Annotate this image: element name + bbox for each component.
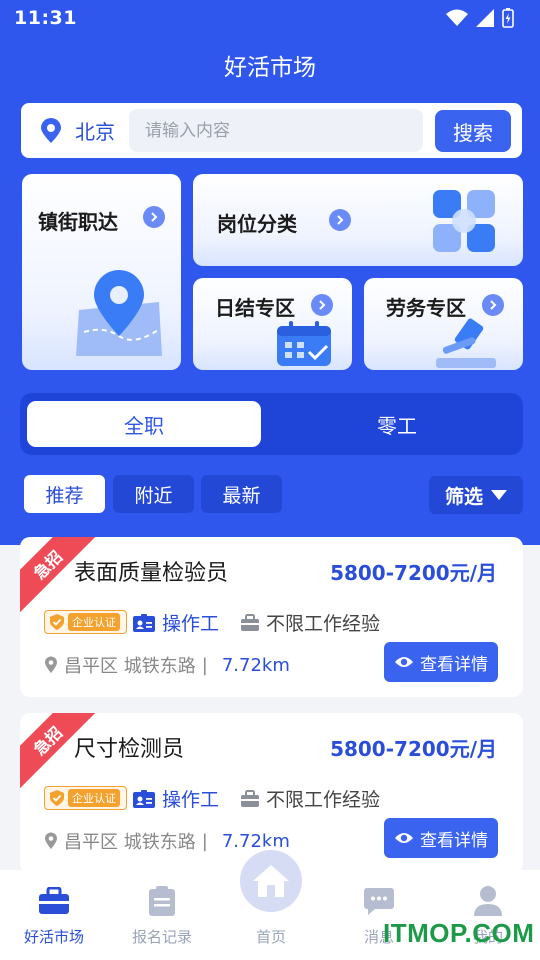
verified-label: 企业认证 bbox=[68, 789, 120, 807]
job-experience-label: 不限工作经验 bbox=[266, 613, 381, 635]
briefcase-small-icon bbox=[241, 789, 259, 807]
search-input[interactable] bbox=[129, 109, 423, 152]
nav-job-market-label: 好活市场 bbox=[23, 928, 84, 946]
chip-recommended[interactable]: 推荐 bbox=[24, 475, 105, 513]
wifi-icon bbox=[446, 9, 468, 26]
view-details-label: 查看详情 bbox=[420, 654, 488, 675]
job-type-tabs: 全职 零工 bbox=[20, 393, 523, 455]
card-job-category[interactable]: 岗位分类 bbox=[193, 174, 523, 266]
address-separator: | bbox=[201, 654, 208, 676]
tab-fulltime[interactable]: 全职 bbox=[27, 401, 261, 447]
location-icon bbox=[45, 832, 57, 849]
job-distance: 7.72km bbox=[221, 654, 290, 676]
search-button[interactable]: 搜索 bbox=[435, 110, 511, 152]
verified-label: 企业认证 bbox=[68, 613, 120, 631]
nav-applications[interactable]: 报名记录 bbox=[117, 884, 207, 947]
id-card-icon bbox=[133, 613, 155, 632]
job-address-label: 昌平区 城铁东路 bbox=[64, 832, 196, 853]
address-separator: | bbox=[201, 830, 208, 852]
status-time: 11:31 bbox=[14, 7, 77, 29]
view-details-button[interactable]: 查看详情 bbox=[384, 818, 498, 858]
job-type-label: 操作工 bbox=[162, 613, 220, 635]
shield-check-icon bbox=[50, 614, 64, 630]
chevron-right-icon bbox=[311, 294, 333, 316]
nav-applications-label: 报名记录 bbox=[131, 928, 192, 946]
user-icon bbox=[474, 886, 502, 916]
job-address-label: 昌平区 城铁东路 bbox=[64, 656, 196, 677]
job-card[interactable]: 急招 表面质量检验员 5800-7200元/月 企业认证 操作工 不限工作经验 … bbox=[20, 537, 523, 697]
chat-icon bbox=[364, 888, 394, 915]
job-experience: 不限工作经验 bbox=[240, 785, 380, 812]
nav-home[interactable]: 首页 bbox=[226, 926, 316, 947]
job-experience-label: 不限工作经验 bbox=[266, 789, 381, 811]
job-type: 操作工 bbox=[132, 785, 219, 812]
calendar-icon bbox=[277, 321, 331, 366]
job-type: 操作工 bbox=[132, 609, 219, 636]
home-fab[interactable] bbox=[236, 846, 306, 916]
chip-latest[interactable]: 最新 bbox=[201, 475, 282, 513]
card-daily-pay-label: 日结专区 bbox=[215, 296, 295, 320]
view-details-button[interactable]: 查看详情 bbox=[384, 642, 498, 682]
watermark: ITMOP.COM bbox=[383, 918, 535, 948]
card-town-jobs-label: 镇街职达 bbox=[38, 210, 118, 234]
chevron-right-icon bbox=[143, 206, 165, 228]
signal-icon bbox=[476, 9, 494, 27]
home-icon bbox=[253, 865, 289, 897]
card-labor-service-label: 劳务专区 bbox=[386, 296, 466, 320]
city-selector[interactable]: 北京 bbox=[75, 116, 115, 145]
verified-badge: 企业认证 bbox=[44, 610, 127, 634]
clipboard-icon bbox=[149, 886, 175, 916]
chip-nearby[interactable]: 附近 bbox=[113, 475, 194, 513]
chevron-right-icon bbox=[329, 209, 351, 231]
chevron-right-icon bbox=[482, 294, 504, 316]
briefcase-icon bbox=[39, 887, 69, 914]
card-daily-pay[interactable]: 日结专区 bbox=[193, 278, 352, 370]
briefcase-small-icon bbox=[241, 613, 259, 631]
page-title: 好活市场 bbox=[224, 55, 316, 81]
view-details-label: 查看详情 bbox=[420, 830, 488, 851]
search-bar: 北京 搜索 bbox=[21, 103, 522, 158]
job-title: 尺寸检测员 bbox=[74, 737, 185, 762]
location-icon bbox=[45, 656, 57, 673]
grid-category-icon bbox=[433, 190, 495, 252]
job-salary: 5800-7200元/月 bbox=[330, 737, 497, 761]
eye-icon bbox=[395, 657, 413, 667]
location-pin-icon[interactable] bbox=[40, 118, 62, 144]
card-job-category-label: 岗位分类 bbox=[217, 212, 297, 236]
map-pin-icon bbox=[76, 270, 162, 356]
verified-badge: 企业认证 bbox=[44, 786, 127, 810]
caret-down-icon bbox=[491, 490, 507, 500]
job-title: 表面质量检验员 bbox=[74, 561, 229, 586]
nav-home-label: 首页 bbox=[255, 928, 286, 946]
status-bar: 11:31 bbox=[0, 0, 540, 36]
job-type-label: 操作工 bbox=[162, 789, 220, 811]
filter-label: 筛选 bbox=[444, 485, 483, 508]
nav-job-market[interactable]: 好活市场 bbox=[9, 884, 99, 947]
status-icons bbox=[446, 8, 514, 28]
filter-button[interactable]: 筛选 bbox=[429, 476, 523, 514]
job-salary: 5800-7200元/月 bbox=[330, 561, 497, 585]
tab-parttime[interactable]: 零工 bbox=[278, 401, 516, 447]
battery-icon bbox=[502, 8, 514, 28]
eye-icon bbox=[395, 833, 413, 843]
id-card-icon bbox=[133, 789, 155, 808]
card-town-jobs[interactable]: 镇街职达 bbox=[22, 174, 181, 370]
job-experience: 不限工作经验 bbox=[240, 609, 380, 636]
shield-check-icon bbox=[50, 790, 64, 806]
gavel-icon bbox=[436, 318, 496, 368]
job-address: 昌平区 城铁东路 | 7.72km bbox=[44, 652, 290, 678]
card-labor-service[interactable]: 劳务专区 bbox=[364, 278, 523, 370]
